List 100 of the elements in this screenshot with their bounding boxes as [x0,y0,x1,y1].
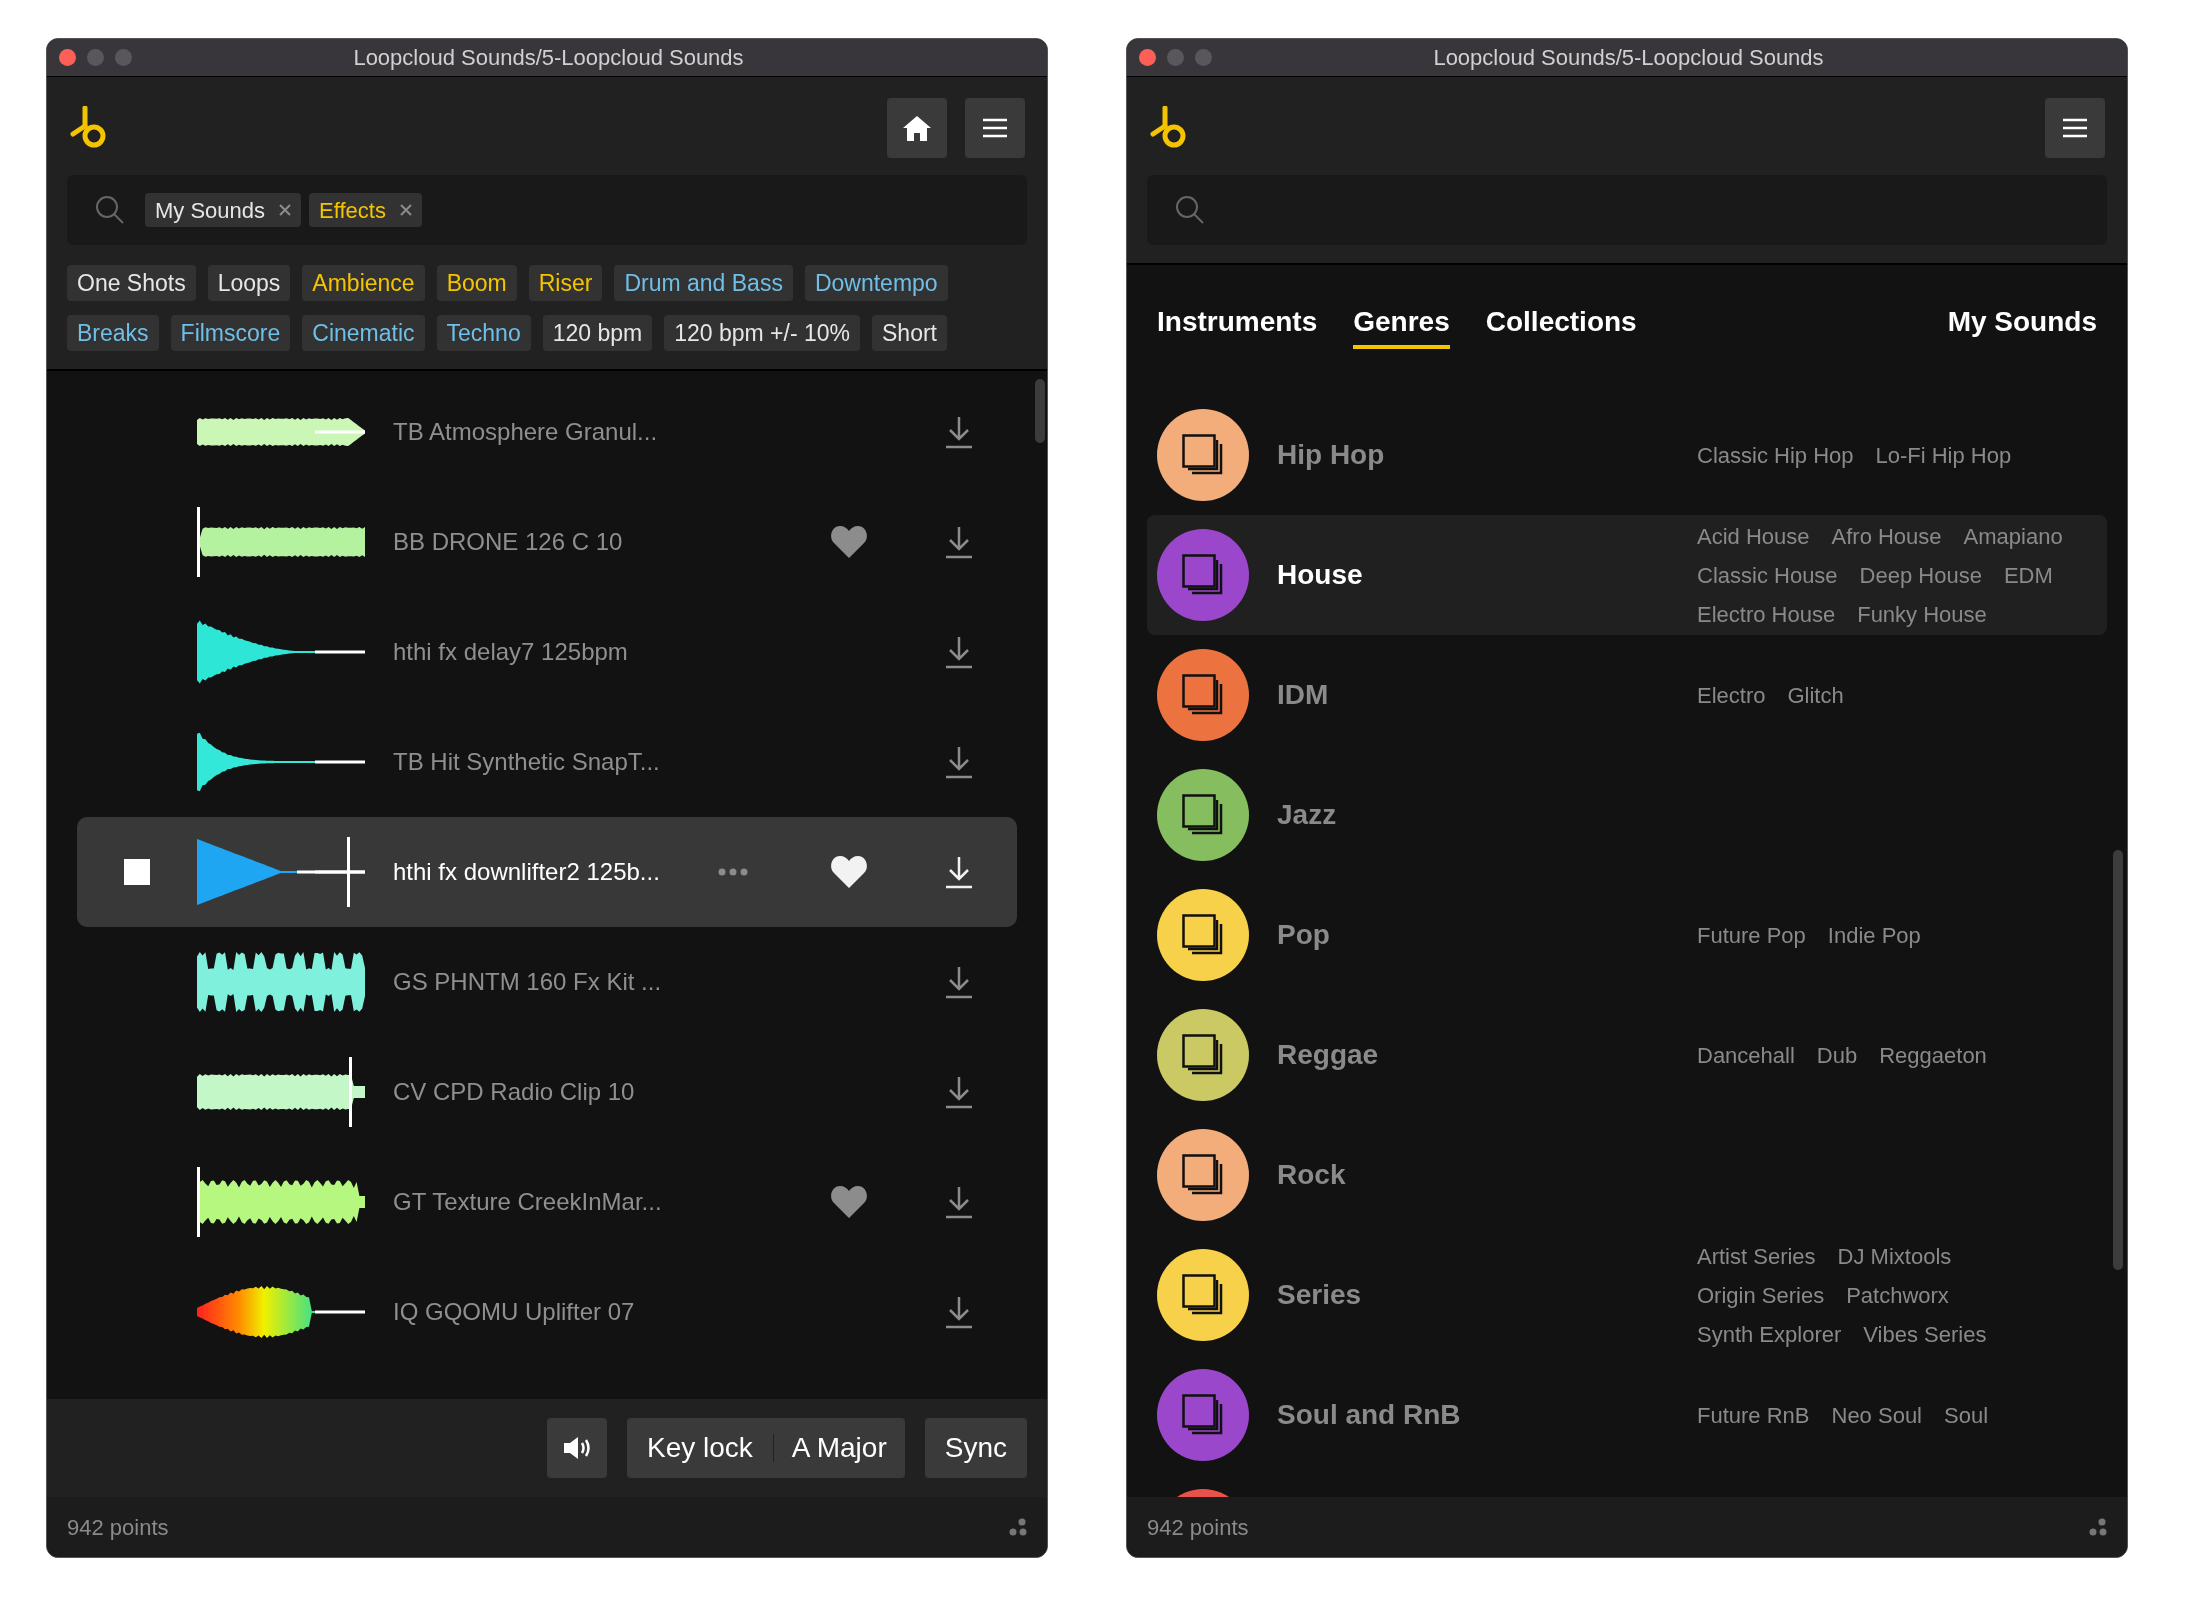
heart-icon[interactable] [830,525,868,559]
filter-tag[interactable]: Breaks [67,315,159,351]
remove-icon[interactable] [279,204,292,216]
heart-icon[interactable] [830,1185,868,1219]
filter-tag[interactable]: Downtempo [804,265,948,301]
download-icon[interactable] [944,1075,974,1109]
subgenre-link[interactable]: Vibes Series [1863,1317,1987,1351]
subgenre-link[interactable]: Dancehall [1697,1038,1795,1072]
filter-tag[interactable]: 120 bpm [542,315,653,351]
genre-row[interactable]: House Acid House Afro House Amapiano Classic House Deep House EDM Electro House Funky House [1147,515,2107,635]
subgenre-link[interactable]: Soul [1944,1398,1989,1432]
subgenre-link[interactable]: Classic Hip Hop [1697,438,1854,472]
scrollbar-thumb[interactable] [1035,379,1045,443]
genre-row[interactable]: Hip Hop Classic Hip Hop Lo-Fi Hip Hop [1147,395,2107,515]
search-chip[interactable]: My Sounds [145,193,302,227]
sound-row[interactable]: hthi fx delay7 125bpm [77,597,1017,707]
resize-grip-icon[interactable] [2089,1518,2107,1536]
download-icon[interactable] [944,1185,974,1219]
subgenre-link[interactable]: Future RnB [1697,1398,1810,1432]
subgenre-link[interactable]: Glitch [1787,678,1844,712]
filter-tag[interactable]: 120 bpm +/- 10% [664,315,861,351]
category-tab[interactable]: Genres [1353,301,1450,349]
download-icon[interactable] [944,745,974,779]
subgenre-link[interactable]: Patchworx [1846,1278,1949,1312]
speaker-icon [562,1435,592,1461]
filter-tag[interactable]: One Shots [67,265,196,301]
genre-row[interactable]: Pop Future Pop Indie Pop [1147,875,2107,995]
sound-row[interactable]: CV CPD Radio Clip 10 [77,1037,1017,1147]
search-field[interactable] [1147,175,2107,245]
sound-row[interactable]: TB Atmosphere Granul... [77,377,1017,487]
subgenre-link[interactable]: DJ Mixtools [1837,1239,1952,1273]
sound-row[interactable]: GS PHNTM 160 Fx Kit ... [77,927,1017,1037]
close-button[interactable] [59,49,76,66]
subgenre-link[interactable]: Reggaeton [1879,1038,1987,1072]
subgenre-link[interactable]: Dub [1816,1038,1858,1072]
subgenre-link[interactable]: Amapiano [1963,519,2063,553]
filter-tag[interactable]: Riser [528,265,603,301]
download-icon[interactable] [944,965,974,999]
genre-row[interactable]: Rock [1147,1115,2107,1235]
subgenre-link[interactable]: Synth Explorer [1697,1317,1842,1351]
subgenre-link[interactable]: Acid House [1697,519,1810,553]
scrollbar-thumb[interactable] [2113,850,2123,1270]
home-button[interactable] [887,98,947,158]
filter-tag[interactable]: Loops [207,265,291,301]
more-icon[interactable] [718,868,748,876]
subgenre-link[interactable]: EDM [2003,558,2053,592]
subgenre-link[interactable]: Origin Series [1697,1278,1825,1312]
genre-row[interactable]: IDM Electro Glitch [1147,635,2107,755]
subgenre-link[interactable]: Future Pop [1697,918,1806,952]
subgenre-link[interactable]: Lo-Fi Hip Hop [1875,438,2012,472]
key-button[interactable]: A Major [773,1418,905,1478]
subgenre-link[interactable]: Electro House [1697,597,1836,631]
category-tab[interactable]: My Sounds [1947,301,2097,349]
resize-grip-icon[interactable] [1009,1518,1027,1536]
menu-button[interactable] [2045,98,2105,158]
genre-row[interactable]: Jazz [1147,755,2107,875]
genre-row[interactable]: Reggae Dancehall Dub Reggaeton [1147,995,2107,1115]
download-icon[interactable] [944,525,974,559]
heart-icon[interactable] [830,855,868,889]
subgenre-link[interactable]: Indie Pop [1827,918,1921,952]
subgenre-link[interactable]: Funky House [1857,597,1987,631]
sound-row[interactable]: BB DRONE 126 C 10 [77,487,1017,597]
stacked-squares-icon [1182,554,1224,596]
sound-row[interactable]: TB Hit Synthetic SnapT... [77,707,1017,817]
subgenre-link[interactable]: Electro [1697,678,1766,712]
filter-tag[interactable]: Cinematic [302,315,425,351]
sound-name: TB Atmosphere Granul... [393,417,659,447]
subgenre-link[interactable]: Artist Series [1697,1239,1816,1273]
subgenre-link[interactable]: Afro House [1831,519,1942,553]
search-chip[interactable]: Effects [309,193,422,227]
sync-button[interactable]: Sync [924,1418,1027,1478]
sound-row[interactable]: IQ GQOMU Uplifter 07 [77,1257,1017,1367]
stacked-squares-icon [1182,434,1224,476]
genre-name: Rock [1277,1158,1347,1192]
genre-row[interactable]: Series Artist Series DJ Mixtools Origin Series Patchworx Synth Explorer Vibes Series [1147,1235,2107,1355]
filter-tag[interactable]: Short [872,315,947,351]
category-tab[interactable]: Instruments [1157,301,1318,349]
download-icon[interactable] [944,1295,974,1329]
remove-icon[interactable] [399,204,412,216]
volume-button[interactable] [547,1418,607,1478]
key-lock-button[interactable]: Key lock [627,1418,773,1478]
category-tab[interactable]: Collections [1485,301,1637,349]
close-button[interactable] [1139,49,1156,66]
filter-tag[interactable]: Techno [436,315,531,351]
download-icon[interactable] [944,635,974,669]
menu-button[interactable] [965,98,1025,158]
stacked-squares-icon [1182,794,1224,836]
filter-tag[interactable]: Boom [436,265,517,301]
filter-tag[interactable]: Ambience [302,265,425,301]
subgenre-link[interactable]: Deep House [1859,558,1982,592]
sound-row[interactable]: GT Texture CreekInMar... [77,1147,1017,1257]
download-icon[interactable] [944,415,974,449]
genre-row[interactable]: Soul and RnB Future RnB Neo Soul Soul [1147,1355,2107,1475]
sound-row[interactable]: hthi fx downlifter2 125b... [77,817,1017,927]
search-field[interactable]: My Sounds Effects [67,175,1027,245]
genre-name: Series [1277,1278,1363,1312]
subgenre-link[interactable]: Neo Soul [1831,1398,1922,1432]
filter-tag[interactable]: Drum and Bass [614,265,793,301]
subgenre-link[interactable]: Classic House [1697,558,1838,592]
filter-tag[interactable]: Filmscore [170,315,291,351]
